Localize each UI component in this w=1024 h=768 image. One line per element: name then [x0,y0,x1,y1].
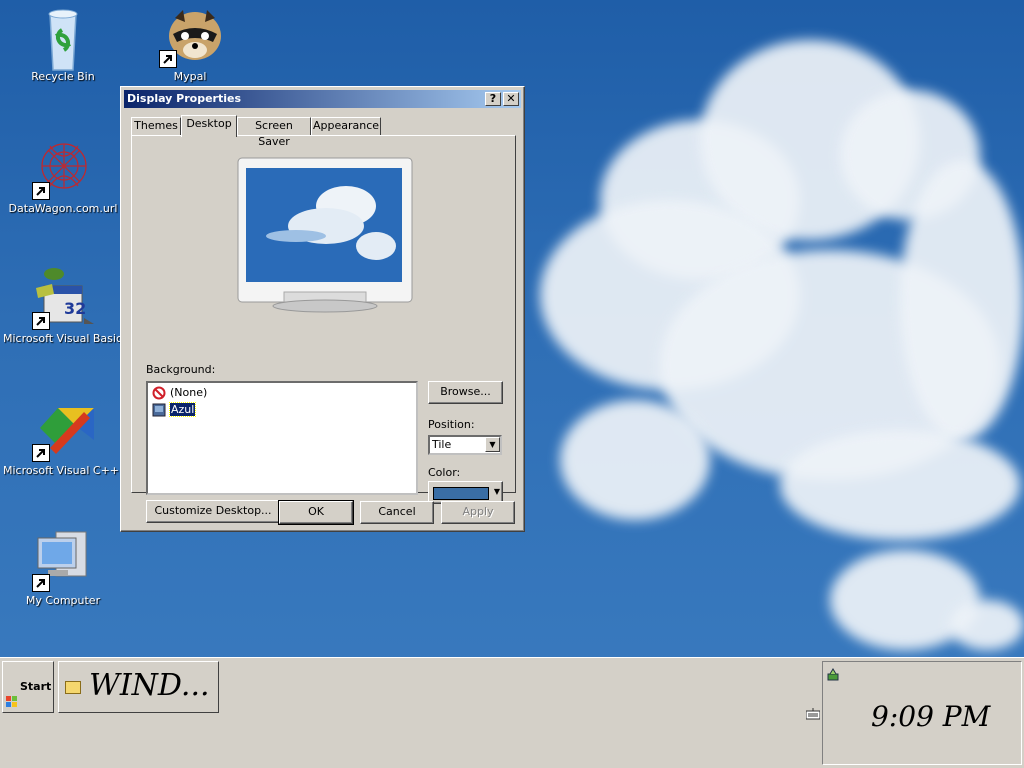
background-item-azul[interactable]: Azul [152,402,197,418]
my-computer-label: My Computer [25,594,101,607]
no-symbol-icon [152,386,166,400]
tab-themes[interactable]: Themes [131,117,181,135]
visual-cpp-shortcut[interactable]: Microsoft Visual C++ 6.0 [3,398,140,477]
ok-button[interactable]: OK [278,500,354,525]
keyboard-icon[interactable] [805,708,821,723]
shortcut-arrow-icon [32,574,50,592]
background-item-label: Azul [168,402,197,417]
help-button[interactable]: ? [485,92,501,106]
shortcut-arrow-icon [159,50,177,68]
color-swatch [433,487,489,500]
tab-appearance[interactable]: Appearance [311,117,381,135]
datawagon-web-icon [28,136,98,200]
windows-flag-icon [6,680,18,707]
start-label: Start [20,680,52,693]
tab-desktop[interactable]: Desktop [181,115,237,137]
visual-basic-shortcut[interactable]: 32 Microsoft Visual Basic 6.0 [3,266,144,345]
title-bar[interactable]: Display Properties ? ✕ [124,90,521,108]
window-title: Display Properties [127,92,242,105]
display-properties-window: Display Properties ? ✕ Themes Desktop Sc… [120,86,525,532]
mypal-shortcut[interactable]: Mypal [130,4,250,83]
monitor-preview [236,156,414,316]
visual-basic-icon: 32 [28,266,98,330]
desktop-tab-panel: Background: (None) Azul Browse... Positi… [131,135,516,523]
background-item-label: (None) [170,386,208,399]
apply-button[interactable]: Apply [441,501,515,524]
my-computer-shortcut[interactable]: My Computer [3,528,123,607]
visual-cpp-label: Microsoft Visual C++ 6.0 [3,464,140,477]
chevron-down-icon: ▼ [493,487,500,496]
clock[interactable]: 9:09 PM [871,700,990,733]
recycle-bin-image [28,4,98,71]
taskbar: Start WIND... 9:09 PM [0,657,1024,768]
mypal-label: Mypal [173,70,207,83]
visual-cpp-icon [28,398,98,462]
background-label: Background: [146,363,216,376]
system-tray: 9:09 PM [822,661,1022,765]
close-button[interactable]: ✕ [503,92,519,106]
chevron-down-icon[interactable]: ▼ [485,437,500,452]
start-button[interactable]: Start [2,661,54,713]
recycle-bin-icon[interactable]: Recycle Bin [3,4,123,83]
position-label: Position: [428,418,475,431]
shortcut-arrow-icon [32,312,50,330]
background-item-none[interactable]: (None) [152,385,207,401]
network-icon[interactable] [827,668,841,685]
cancel-button[interactable]: Cancel [360,501,434,524]
browse-button[interactable]: Browse... [428,381,503,404]
datawagon-label: DataWagon.com.url [8,202,118,215]
taskbar-window-button[interactable]: WIND... [58,661,219,713]
raccoon-icon [155,4,225,68]
computer-icon [28,528,98,592]
vb-32-badge: 32 [64,299,86,318]
datawagon-shortcut[interactable]: DataWagon.com.url [3,136,123,215]
position-select[interactable]: Tile ▼ [428,435,502,455]
taskbar-window-label: WIND... [89,668,210,703]
background-listbox[interactable]: (None) Azul [146,381,418,495]
visual-basic-label: Microsoft Visual Basic 6.0 [3,332,144,345]
color-label: Color: [428,466,461,479]
shortcut-arrow-icon [32,444,50,462]
position-value: Tile [432,438,452,451]
folder-icon [65,681,81,694]
bitmap-icon [152,403,166,417]
customize-desktop-button[interactable]: Customize Desktop... [146,500,280,523]
shortcut-arrow-icon [32,182,50,200]
tab-screen-saver[interactable]: Screen Saver [237,117,311,148]
